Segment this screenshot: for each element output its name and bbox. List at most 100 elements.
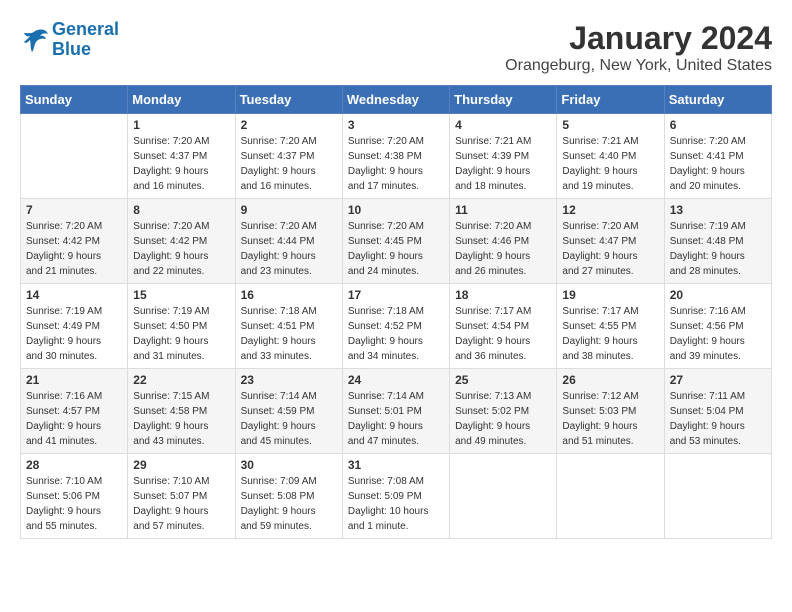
day-info: Sunrise: 7:20 AMSunset: 4:44 PMDaylight:… xyxy=(241,219,337,279)
calendar-cell: 28 Sunrise: 7:10 AMSunset: 5:06 PMDayligh… xyxy=(21,454,128,539)
calendar-cell: 26Sunrise: 7:12 AMSunset: 5:03 PMDayligh… xyxy=(557,369,664,454)
calendar-cell: 7Sunrise: 7:20 AMSunset: 4:42 PMDaylight… xyxy=(21,199,128,284)
calendar-cell: 30 Sunrise: 7:09 AMSunset: 5:08 PMDayligh… xyxy=(235,454,342,539)
col-header-thursday: Thursday xyxy=(450,86,557,114)
calendar-cell: 6 Sunrise: 7:20 AMSunset: 4:41 PMDaylight… xyxy=(664,114,771,199)
col-header-monday: Monday xyxy=(128,86,235,114)
calendar-cell: 31 Sunrise: 7:08 AMSunset: 5:09 PMDayligh… xyxy=(342,454,449,539)
day-info: Sunrise: 7:16 AMSunset: 4:56 PMDaylight:… xyxy=(670,304,766,364)
col-header-wednesday: Wednesday xyxy=(342,86,449,114)
day-number: 10 xyxy=(348,203,444,217)
calendar-cell: 2 Sunrise: 7:20 AMSunset: 4:37 PMDaylight… xyxy=(235,114,342,199)
calendar-cell xyxy=(21,114,128,199)
day-info: Sunrise: 7:20 AMSunset: 4:45 PMDaylight:… xyxy=(348,219,444,279)
day-number: 31 xyxy=(348,458,444,472)
day-info: Sunrise: 7:21 AMSunset: 4:40 PMDaylight:… xyxy=(562,134,658,194)
logo-icon xyxy=(20,26,48,54)
calendar-cell: 3Sunrise: 7:20 AMSunset: 4:38 PMDaylight… xyxy=(342,114,449,199)
calendar-cell: 29 Sunrise: 7:10 AMSunset: 5:07 PMDayligh… xyxy=(128,454,235,539)
day-number: 17 xyxy=(348,288,444,302)
col-header-friday: Friday xyxy=(557,86,664,114)
calendar-week-2: 7Sunrise: 7:20 AMSunset: 4:42 PMDaylight… xyxy=(21,199,772,284)
calendar-cell: 8Sunrise: 7:20 AMSunset: 4:42 PMDaylight… xyxy=(128,199,235,284)
calendar-table: SundayMondayTuesdayWednesdayThursdayFrid… xyxy=(20,85,772,539)
logo-text: General Blue xyxy=(52,20,119,60)
day-info: Sunrise: 7:12 AMSunset: 5:03 PMDaylight:… xyxy=(562,389,658,449)
calendar-cell: 4Sunrise: 7:21 AMSunset: 4:39 PMDaylight… xyxy=(450,114,557,199)
day-info: Sunrise: 7:20 AMSunset: 4:47 PMDaylight:… xyxy=(562,219,658,279)
calendar-cell: 22Sunrise: 7:15 AMSunset: 4:58 PMDayligh… xyxy=(128,369,235,454)
title-block: January 2024 Orangeburg, New York, Unite… xyxy=(505,20,772,75)
calendar-week-4: 21 Sunrise: 7:16 AMSunset: 4:57 PMDayligh… xyxy=(21,369,772,454)
day-info: Sunrise: 7:08 AMSunset: 5:09 PMDaylight:… xyxy=(348,474,444,534)
day-number: 21 xyxy=(26,373,122,387)
day-info: Sunrise: 7:15 AMSunset: 4:58 PMDaylight:… xyxy=(133,389,229,449)
day-number: 29 xyxy=(133,458,229,472)
day-info: Sunrise: 7:14 AMSunset: 5:01 PMDaylight:… xyxy=(348,389,444,449)
calendar-cell: 13 Sunrise: 7:19 AMSunset: 4:48 PMDayligh… xyxy=(664,199,771,284)
day-info: Sunrise: 7:10 AMSunset: 5:06 PMDaylight:… xyxy=(26,474,122,534)
day-info: Sunrise: 7:16 AMSunset: 4:57 PMDaylight:… xyxy=(26,389,122,449)
day-number: 13 xyxy=(670,203,766,217)
day-info: Sunrise: 7:20 AMSunset: 4:42 PMDaylight:… xyxy=(133,219,229,279)
day-info: Sunrise: 7:20 AMSunset: 4:42 PMDaylight:… xyxy=(26,219,122,279)
calendar-cell: 21 Sunrise: 7:16 AMSunset: 4:57 PMDayligh… xyxy=(21,369,128,454)
calendar-cell: 9 Sunrise: 7:20 AMSunset: 4:44 PMDaylight… xyxy=(235,199,342,284)
day-info: Sunrise: 7:09 AMSunset: 5:08 PMDaylight:… xyxy=(241,474,337,534)
calendar-cell: 5 Sunrise: 7:21 AMSunset: 4:40 PMDaylight… xyxy=(557,114,664,199)
location: Orangeburg, New York, United States xyxy=(505,57,772,75)
calendar-cell: 23 Sunrise: 7:14 AMSunset: 4:59 PMDayligh… xyxy=(235,369,342,454)
calendar-cell: 18Sunrise: 7:17 AMSunset: 4:54 PMDayligh… xyxy=(450,284,557,369)
day-number: 1 xyxy=(133,118,229,132)
day-info: Sunrise: 7:13 AMSunset: 5:02 PMDaylight:… xyxy=(455,389,551,449)
day-info: Sunrise: 7:19 AMSunset: 4:49 PMDaylight:… xyxy=(26,304,122,364)
day-info: Sunrise: 7:11 AMSunset: 5:04 PMDaylight:… xyxy=(670,389,766,449)
day-info: Sunrise: 7:20 AMSunset: 4:37 PMDaylight:… xyxy=(133,134,229,194)
col-header-sunday: Sunday xyxy=(21,86,128,114)
day-info: Sunrise: 7:20 AMSunset: 4:38 PMDaylight:… xyxy=(348,134,444,194)
calendar-cell: 27 Sunrise: 7:11 AMSunset: 5:04 PMDayligh… xyxy=(664,369,771,454)
calendar-cell: 20 Sunrise: 7:16 AMSunset: 4:56 PMDayligh… xyxy=(664,284,771,369)
day-number: 16 xyxy=(241,288,337,302)
day-number: 20 xyxy=(670,288,766,302)
calendar-week-1: 1 Sunrise: 7:20 AMSunset: 4:37 PMDaylight… xyxy=(21,114,772,199)
col-header-saturday: Saturday xyxy=(664,86,771,114)
day-number: 23 xyxy=(241,373,337,387)
day-number: 27 xyxy=(670,373,766,387)
day-info: Sunrise: 7:20 AMSunset: 4:37 PMDaylight:… xyxy=(241,134,337,194)
day-info: Sunrise: 7:10 AMSunset: 5:07 PMDaylight:… xyxy=(133,474,229,534)
calendar-cell: 17 Sunrise: 7:18 AMSunset: 4:52 PMDayligh… xyxy=(342,284,449,369)
month-title: January 2024 xyxy=(505,20,772,57)
day-info: Sunrise: 7:14 AMSunset: 4:59 PMDaylight:… xyxy=(241,389,337,449)
calendar-cell: 12 Sunrise: 7:20 AMSunset: 4:47 PMDayligh… xyxy=(557,199,664,284)
calendar-cell: 25Sunrise: 7:13 AMSunset: 5:02 PMDayligh… xyxy=(450,369,557,454)
day-number: 11 xyxy=(455,203,551,217)
day-number: 5 xyxy=(562,118,658,132)
day-info: Sunrise: 7:19 AMSunset: 4:48 PMDaylight:… xyxy=(670,219,766,279)
day-number: 14 xyxy=(26,288,122,302)
day-number: 6 xyxy=(670,118,766,132)
day-number: 28 xyxy=(26,458,122,472)
calendar-cell: 11 Sunrise: 7:20 AMSunset: 4:46 PMDayligh… xyxy=(450,199,557,284)
day-number: 12 xyxy=(562,203,658,217)
calendar-cell: 16 Sunrise: 7:18 AMSunset: 4:51 PMDayligh… xyxy=(235,284,342,369)
calendar-cell xyxy=(557,454,664,539)
calendar-cell: 1 Sunrise: 7:20 AMSunset: 4:37 PMDaylight… xyxy=(128,114,235,199)
day-number: 24 xyxy=(348,373,444,387)
day-number: 9 xyxy=(241,203,337,217)
calendar-header-row: SundayMondayTuesdayWednesdayThursdayFrid… xyxy=(21,86,772,114)
page-header: General Blue January 2024 Orangeburg, Ne… xyxy=(20,20,772,75)
day-number: 30 xyxy=(241,458,337,472)
day-number: 18 xyxy=(455,288,551,302)
day-info: Sunrise: 7:17 AMSunset: 4:55 PMDaylight:… xyxy=(562,304,658,364)
day-info: Sunrise: 7:20 AMSunset: 4:41 PMDaylight:… xyxy=(670,134,766,194)
calendar-week-5: 28 Sunrise: 7:10 AMSunset: 5:06 PMDayligh… xyxy=(21,454,772,539)
day-info: Sunrise: 7:18 AMSunset: 4:52 PMDaylight:… xyxy=(348,304,444,364)
day-number: 2 xyxy=(241,118,337,132)
calendar-cell: 19Sunrise: 7:17 AMSunset: 4:55 PMDayligh… xyxy=(557,284,664,369)
day-info: Sunrise: 7:20 AMSunset: 4:46 PMDaylight:… xyxy=(455,219,551,279)
calendar-cell xyxy=(450,454,557,539)
col-header-tuesday: Tuesday xyxy=(235,86,342,114)
day-number: 15 xyxy=(133,288,229,302)
day-info: Sunrise: 7:18 AMSunset: 4:51 PMDaylight:… xyxy=(241,304,337,364)
